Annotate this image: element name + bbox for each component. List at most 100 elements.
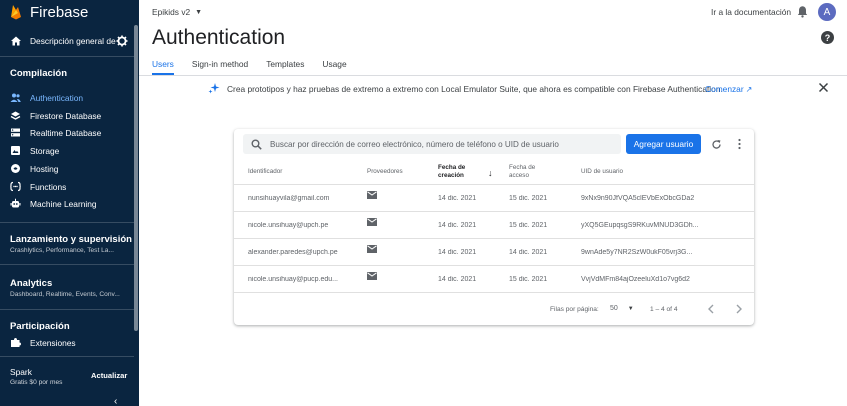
user-uid: yXQ5GEupqsgS9RKuvMNUD3GDh... xyxy=(581,222,699,229)
column-header-last-access[interactable]: Fecha de acceso xyxy=(509,164,535,180)
sidebar-item-storage[interactable]: Storage xyxy=(0,142,134,159)
sidebar-item-realtime-database[interactable]: Realtime Database xyxy=(0,124,134,141)
project-selector[interactable]: Epikids v2 ▼ xyxy=(152,7,202,17)
column-header-created-line2: creación xyxy=(438,172,464,179)
help-icon[interactable]: ? xyxy=(821,31,834,44)
firebase-logo-icon xyxy=(11,5,21,20)
chevron-right-icon[interactable] xyxy=(735,304,743,314)
user-email: nicole.unsihuay@upch.pe xyxy=(248,222,329,229)
section-build-title[interactable]: Compilación xyxy=(10,68,67,79)
section-release-subtitle: Crashlytics, Performance, Test La... xyxy=(10,247,114,254)
avatar[interactable]: A xyxy=(818,3,836,21)
table-row[interactable]: nicole.unsihuay@pucp.edu... 14 dic. 2021… xyxy=(234,266,754,293)
upgrade-button[interactable]: Actualizar xyxy=(91,371,127,380)
more-vert-icon[interactable] xyxy=(734,138,745,150)
search-input[interactable] xyxy=(270,139,610,149)
collapse-sidebar-icon[interactable]: ‹ xyxy=(114,396,117,406)
functions-icon xyxy=(10,181,21,192)
sidebar-item-label: Extensiones xyxy=(30,337,76,348)
sidebar-divider xyxy=(0,356,134,357)
sidebar-item-label: Hosting xyxy=(30,163,59,174)
last-access-date: 15 dic. 2021 xyxy=(509,222,548,229)
refresh-icon[interactable] xyxy=(711,139,722,150)
page-title: Authentication xyxy=(152,26,286,49)
column-header-providers[interactable]: Proveedores xyxy=(367,168,403,176)
sidebar-item-label: Firestore Database xyxy=(30,110,102,121)
bell-icon[interactable] xyxy=(796,5,809,18)
email-provider-icon xyxy=(367,191,377,199)
user-uid: 9wnAde5y7NR2SzW0ukF05vrj3G... xyxy=(581,249,693,256)
sidebar-item-label: Authentication xyxy=(30,92,84,103)
email-provider-icon xyxy=(367,218,377,226)
add-user-button[interactable]: Agregar usuario xyxy=(626,134,701,154)
brand-name: Firebase xyxy=(30,3,89,21)
sidebar-item-label: Functions xyxy=(30,181,67,192)
brand[interactable]: Firebase xyxy=(0,0,139,24)
tab-users[interactable]: Users xyxy=(152,59,174,75)
firestore-icon xyxy=(10,110,21,121)
users-icon xyxy=(10,92,21,103)
tab-templates[interactable]: Templates xyxy=(266,59,304,75)
rows-per-page-select[interactable]: 50 ▼ xyxy=(610,305,634,312)
sidebar-item-firestore[interactable]: Firestore Database xyxy=(0,107,134,124)
chevron-left-icon[interactable] xyxy=(707,304,715,314)
robot-icon xyxy=(10,198,21,209)
gear-icon[interactable] xyxy=(116,35,128,47)
sidebar-item-hosting[interactable]: Hosting xyxy=(0,160,134,177)
home-icon xyxy=(11,36,21,46)
storage-icon xyxy=(10,145,21,156)
column-header-identifier[interactable]: Identificador xyxy=(248,168,282,176)
column-header-access-line1: Fecha de xyxy=(509,164,536,171)
table-row[interactable]: nicole.unsihuay@upch.pe 14 dic. 2021 15 … xyxy=(234,212,754,239)
sidebar-item-overview[interactable]: Descripción general de xyxy=(0,31,139,51)
column-header-created[interactable]: Fecha de creación xyxy=(438,164,465,180)
extensions-icon xyxy=(10,337,21,348)
created-date: 14 dic. 2021 xyxy=(438,276,477,283)
sidebar: Firebase Descripción general de Compilac… xyxy=(0,0,139,406)
plan-price: Gratis $0 por mes xyxy=(10,379,63,386)
last-access-date: 15 dic. 2021 xyxy=(509,276,548,283)
search-icon xyxy=(251,139,262,150)
plan-info: Spark Gratis $0 por mes xyxy=(10,367,62,386)
sidebar-scrollbar[interactable] xyxy=(134,25,138,331)
users-card: Agregar usuario Identificador Proveedore… xyxy=(234,129,754,325)
tab-usage[interactable]: Usage xyxy=(322,59,346,75)
user-uid: VvjVdMFm84ajOzeeluXd1o7vg6d2 xyxy=(581,276,690,283)
close-icon[interactable] xyxy=(818,82,829,93)
pagination-range: 1 – 4 of 4 xyxy=(650,306,678,313)
table-header: Identificador Proveedores Fecha de creac… xyxy=(234,160,754,185)
search-bar[interactable] xyxy=(243,134,621,154)
sidebar-item-functions[interactable]: Functions xyxy=(0,178,134,195)
plan-name: Spark xyxy=(10,367,32,377)
section-analytics-subtitle: Dashboard, Realtime, Events, Conv... xyxy=(10,291,120,298)
chevron-down-icon: ▼ xyxy=(195,8,203,16)
sparkle-icon xyxy=(208,83,220,94)
sidebar-item-label: Descripción general de xyxy=(30,36,116,46)
user-email: nunsihuayvila@gmail.com xyxy=(248,195,330,202)
sidebar-divider xyxy=(0,56,134,57)
sidebar-item-extensions[interactable]: Extensiones xyxy=(0,334,134,351)
rows-per-page-label: Filas por página: xyxy=(550,306,599,313)
section-release-title[interactable]: Lanzamiento y supervisión xyxy=(10,234,132,245)
email-provider-icon xyxy=(367,272,377,280)
column-header-access-line2: acceso xyxy=(509,172,529,179)
project-name: Epikids v2 xyxy=(152,7,191,17)
rows-per-page-value: 50 xyxy=(610,305,618,312)
column-header-created-line1: Fecha de xyxy=(438,164,466,171)
sidebar-item-authentication[interactable]: Authentication xyxy=(0,89,134,106)
section-analytics-title[interactable]: Analytics xyxy=(10,278,52,289)
tabs-divider xyxy=(139,75,847,76)
get-started-label: Comenzar xyxy=(705,84,744,94)
docs-link[interactable]: Ir a la documentación xyxy=(711,7,791,17)
last-access-date: 14 dic. 2021 xyxy=(509,249,548,256)
sort-descending-icon[interactable]: ↓ xyxy=(488,168,493,178)
get-started-link[interactable]: Comenzar ↗ xyxy=(705,84,752,94)
tab-sign-in-method[interactable]: Sign-in method xyxy=(192,59,248,75)
user-email: nicole.unsihuay@pucp.edu... xyxy=(248,276,338,283)
sidebar-item-machine-learning[interactable]: Machine Learning xyxy=(0,195,134,212)
column-header-uid[interactable]: UID de usuario xyxy=(581,168,623,176)
sidebar-item-label: Machine Learning xyxy=(30,198,97,209)
table-row[interactable]: alexander.paredes@upch.pe 14 dic. 2021 1… xyxy=(234,239,754,266)
email-provider-icon xyxy=(367,245,377,253)
table-row[interactable]: nunsihuayvila@gmail.com 14 dic. 2021 15 … xyxy=(234,185,754,212)
